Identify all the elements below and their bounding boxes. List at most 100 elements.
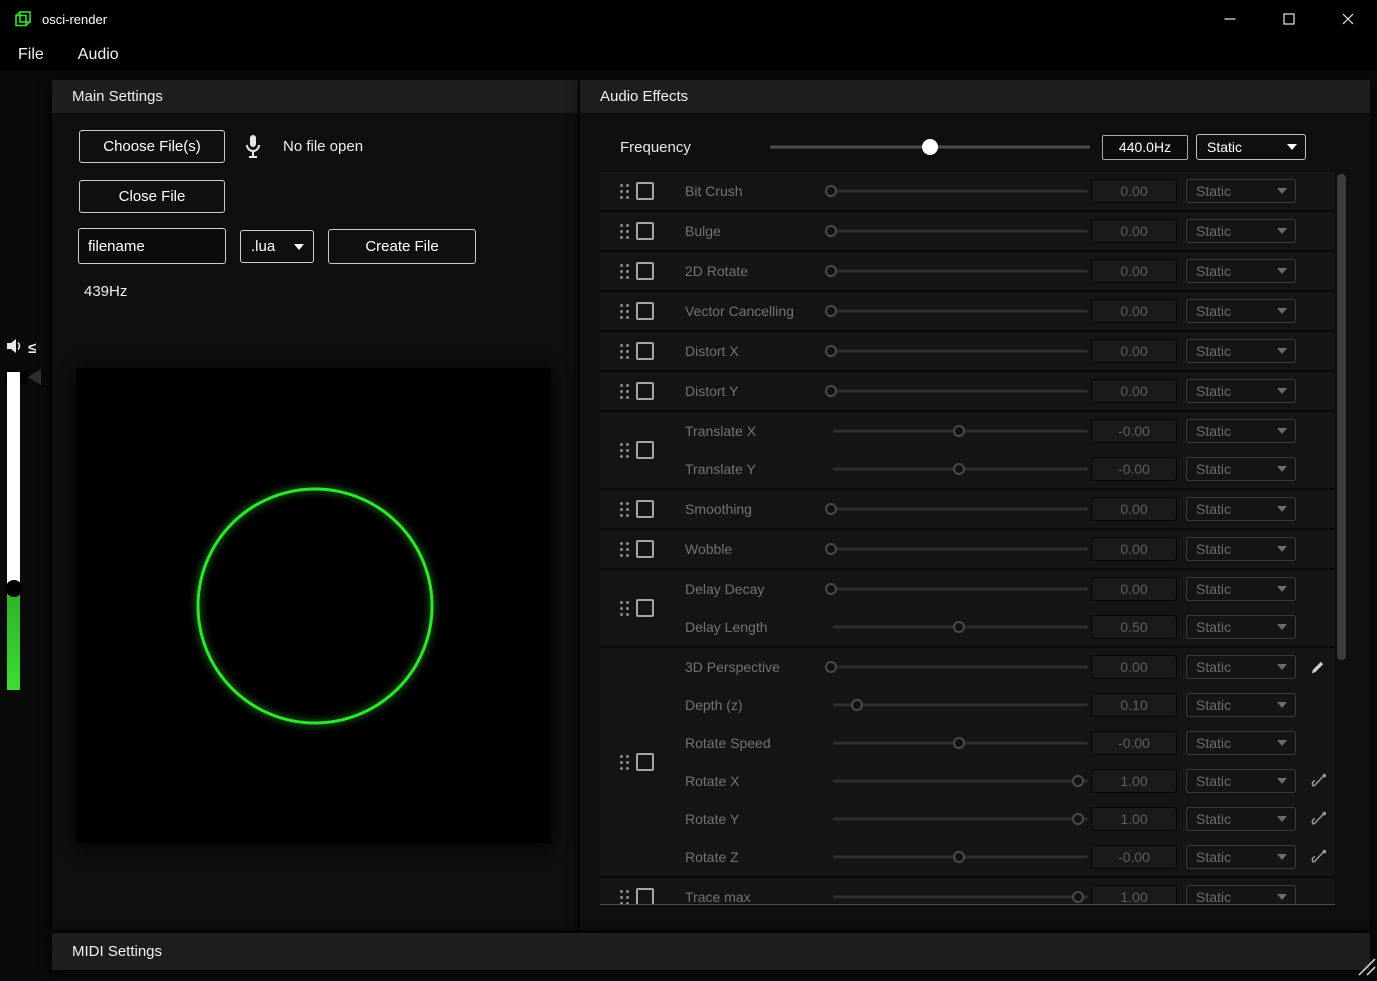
drag-handle-icon[interactable] bbox=[620, 601, 629, 616]
slider-thumb[interactable] bbox=[825, 185, 837, 197]
effect-value[interactable]: 1.00 bbox=[1091, 807, 1177, 831]
effect-mode-select[interactable]: Static bbox=[1186, 693, 1296, 717]
effect-slider[interactable] bbox=[833, 570, 1088, 608]
effect-value[interactable]: 0.00 bbox=[1091, 219, 1177, 243]
slider-thumb[interactable] bbox=[953, 851, 965, 863]
slider-thumb[interactable] bbox=[825, 385, 837, 397]
effect-checkbox[interactable] bbox=[636, 382, 654, 400]
effect-value[interactable]: 0.00 bbox=[1091, 299, 1177, 323]
pencil-icon[interactable] bbox=[1310, 658, 1332, 676]
effect-slider[interactable] bbox=[833, 724, 1088, 762]
effect-slider[interactable] bbox=[833, 648, 1088, 686]
effect-value[interactable]: 0.00 bbox=[1091, 655, 1177, 679]
effect-mode-select[interactable]: Static bbox=[1186, 457, 1296, 481]
effect-mode-select[interactable]: Static bbox=[1186, 845, 1296, 869]
effect-value[interactable]: 0.00 bbox=[1091, 577, 1177, 601]
effect-checkbox[interactable] bbox=[636, 441, 654, 459]
effect-mode-select[interactable]: Static bbox=[1186, 497, 1296, 521]
slider-thumb[interactable] bbox=[953, 425, 965, 437]
effect-checkbox[interactable] bbox=[636, 182, 654, 200]
spin-icon[interactable] bbox=[1310, 848, 1332, 866]
effect-checkbox[interactable] bbox=[636, 888, 654, 905]
slider-thumb[interactable] bbox=[825, 305, 837, 317]
filename-input[interactable] bbox=[78, 228, 226, 264]
effect-value[interactable]: -0.00 bbox=[1091, 419, 1177, 443]
effect-slider[interactable] bbox=[833, 252, 1088, 290]
effect-mode-select[interactable]: Static bbox=[1186, 339, 1296, 363]
slider-thumb[interactable] bbox=[825, 503, 837, 515]
effect-mode-select[interactable]: Static bbox=[1186, 219, 1296, 243]
drag-handle-icon[interactable] bbox=[620, 184, 629, 199]
effect-slider[interactable] bbox=[833, 608, 1088, 646]
effect-slider[interactable] bbox=[833, 838, 1088, 876]
drag-handle-icon[interactable] bbox=[620, 304, 629, 319]
effect-value[interactable]: 0.00 bbox=[1091, 179, 1177, 203]
slider-thumb[interactable] bbox=[1072, 813, 1084, 825]
slider-thumb[interactable] bbox=[825, 661, 837, 673]
drag-handle-icon[interactable] bbox=[620, 542, 629, 557]
slider-thumb[interactable] bbox=[953, 463, 965, 475]
maximize-button[interactable] bbox=[1259, 0, 1318, 38]
effect-slider[interactable] bbox=[833, 878, 1088, 905]
effect-mode-select[interactable]: Static bbox=[1186, 769, 1296, 793]
effect-slider[interactable] bbox=[833, 800, 1088, 838]
drag-handle-icon[interactable] bbox=[620, 344, 629, 359]
create-file-button[interactable]: Create File bbox=[328, 229, 476, 264]
effect-checkbox[interactable] bbox=[636, 262, 654, 280]
frequency-slider[interactable] bbox=[770, 137, 1090, 157]
effect-slider[interactable] bbox=[833, 372, 1088, 410]
drag-handle-icon[interactable] bbox=[620, 890, 629, 905]
effect-mode-select[interactable]: Static bbox=[1186, 299, 1296, 323]
spin-icon[interactable] bbox=[1310, 810, 1332, 828]
menu-audio[interactable]: Audio bbox=[78, 46, 119, 64]
drag-handle-icon[interactable] bbox=[620, 264, 629, 279]
effect-value[interactable]: 0.00 bbox=[1091, 259, 1177, 283]
effect-value[interactable]: -0.00 bbox=[1091, 731, 1177, 755]
choose-file-button[interactable]: Choose File(s) bbox=[79, 130, 225, 163]
effect-slider[interactable] bbox=[833, 412, 1088, 450]
drag-handle-icon[interactable] bbox=[620, 755, 629, 770]
drag-handle-icon[interactable] bbox=[620, 502, 629, 517]
effect-slider[interactable] bbox=[833, 212, 1088, 250]
effect-value[interactable]: 1.00 bbox=[1091, 885, 1177, 905]
frequency-mode-select[interactable]: Static bbox=[1196, 134, 1306, 160]
effect-slider[interactable] bbox=[833, 686, 1088, 724]
effect-slider[interactable] bbox=[833, 292, 1088, 330]
effect-slider[interactable] bbox=[833, 490, 1088, 528]
slider-thumb[interactable] bbox=[953, 737, 965, 749]
slider-thumb[interactable] bbox=[953, 621, 965, 633]
effect-value[interactable]: 0.50 bbox=[1091, 615, 1177, 639]
effect-mode-select[interactable]: Static bbox=[1186, 885, 1296, 905]
slider-thumb[interactable] bbox=[825, 345, 837, 357]
effect-mode-select[interactable]: Static bbox=[1186, 655, 1296, 679]
effect-slider[interactable] bbox=[833, 172, 1088, 210]
effect-mode-select[interactable]: Static bbox=[1186, 179, 1296, 203]
effect-value[interactable]: 0.10 bbox=[1091, 693, 1177, 717]
slider-thumb[interactable] bbox=[1072, 775, 1084, 787]
effect-slider[interactable] bbox=[833, 332, 1088, 370]
spin-icon[interactable] bbox=[1310, 772, 1332, 790]
effect-mode-select[interactable]: Static bbox=[1186, 577, 1296, 601]
effect-value[interactable]: -0.00 bbox=[1091, 845, 1177, 869]
close-button[interactable] bbox=[1318, 0, 1377, 38]
volume-slider-thumb[interactable] bbox=[5, 580, 22, 597]
effect-checkbox[interactable] bbox=[636, 540, 654, 558]
volume-marker-arrow-icon[interactable] bbox=[28, 369, 41, 385]
effect-checkbox[interactable] bbox=[636, 302, 654, 320]
effects-scrollbar-thumb[interactable] bbox=[1337, 174, 1346, 660]
effect-checkbox[interactable] bbox=[636, 500, 654, 518]
effect-slider[interactable] bbox=[833, 450, 1088, 488]
effect-value[interactable]: 1.00 bbox=[1091, 769, 1177, 793]
effect-value[interactable]: 0.00 bbox=[1091, 379, 1177, 403]
slider-thumb[interactable] bbox=[825, 225, 837, 237]
effect-checkbox[interactable] bbox=[636, 599, 654, 617]
effect-slider[interactable] bbox=[833, 762, 1088, 800]
frequency-slider-thumb[interactable] bbox=[922, 139, 938, 155]
effect-value[interactable]: 0.00 bbox=[1091, 497, 1177, 521]
effect-value[interactable]: 0.00 bbox=[1091, 537, 1177, 561]
close-file-button[interactable]: Close File bbox=[79, 180, 225, 213]
effect-slider[interactable] bbox=[833, 530, 1088, 568]
drag-handle-icon[interactable] bbox=[620, 384, 629, 399]
effect-value[interactable]: 0.00 bbox=[1091, 339, 1177, 363]
effect-value[interactable]: -0.00 bbox=[1091, 457, 1177, 481]
